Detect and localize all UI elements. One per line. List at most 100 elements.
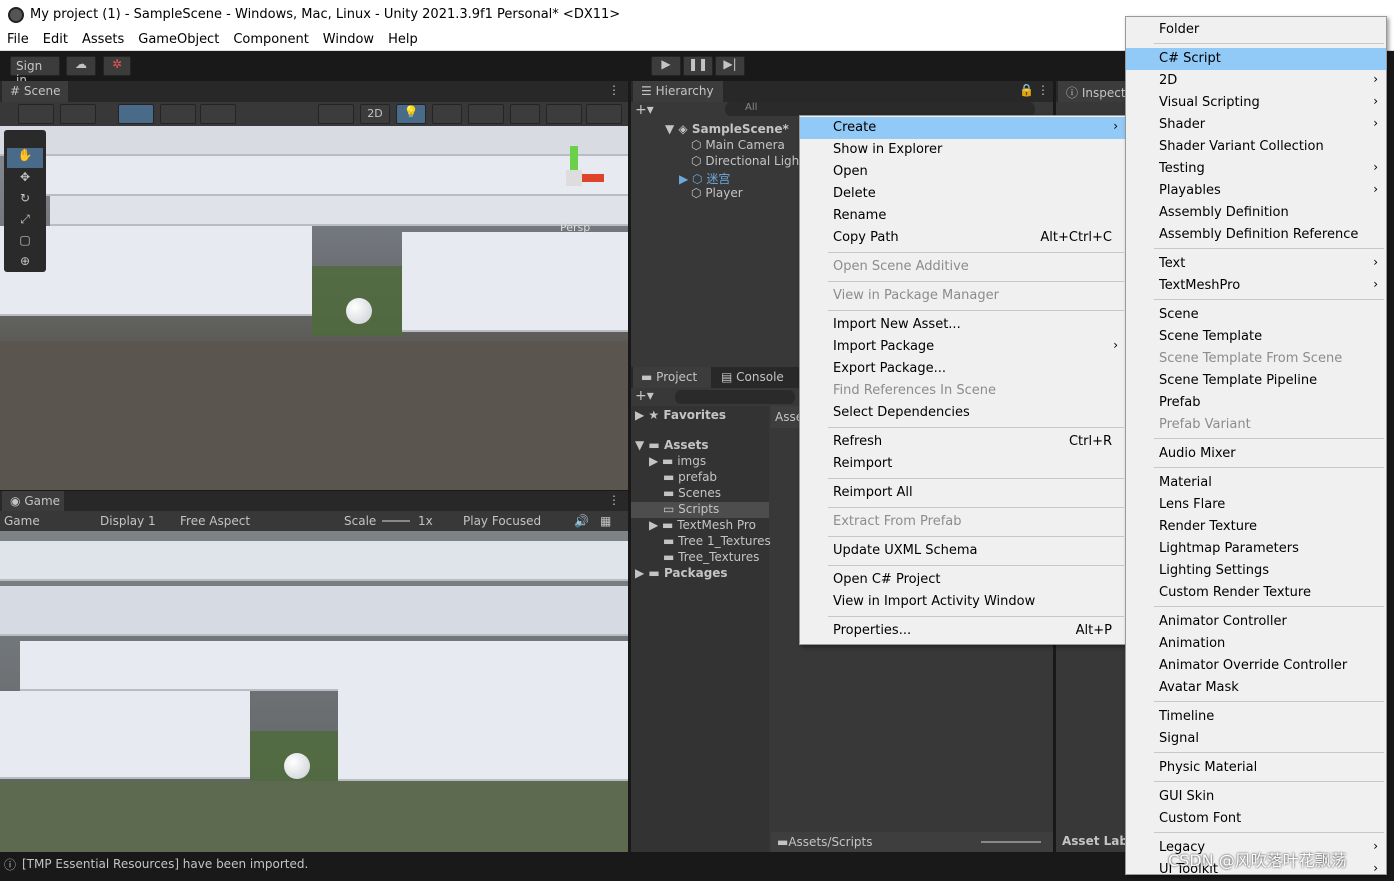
hierarchy-item[interactable]: ⬡ Directional Light [691, 154, 804, 170]
hand-tool-icon[interactable]: ✋ [7, 148, 43, 168]
game-view[interactable] [0, 531, 628, 852]
menu-gameobject[interactable]: GameObject [131, 30, 226, 47]
scale-tool-icon[interactable]: ⤢ [7, 212, 43, 232]
context-menu-item[interactable]: Export Package... [800, 358, 1126, 380]
move-tool-icon[interactable]: ✥ [7, 170, 43, 190]
create-submenu-item[interactable]: Scene Template [1126, 326, 1386, 348]
hierarchy-search-input[interactable]: All [725, 102, 1035, 116]
create-submenu-item[interactable]: Assembly Definition Reference [1126, 224, 1386, 246]
shading-dropdown[interactable] [60, 104, 96, 124]
create-submenu-item[interactable]: Animator Override Controller [1126, 655, 1386, 677]
create-submenu-item[interactable]: Avatar Mask [1126, 677, 1386, 699]
context-menu-item[interactable]: Reimport [800, 453, 1126, 475]
menu-file[interactable]: File [0, 30, 36, 47]
scene-view[interactable]: ✋ ✥ ↻ ⤢ ▢ ⊕ Persp [0, 126, 628, 490]
create-submenu-item[interactable]: Lighting Settings [1126, 560, 1386, 582]
context-menu-item[interactable]: Select Dependencies [800, 402, 1126, 424]
breadcrumb[interactable]: ▬Assets/Scripts [777, 835, 873, 849]
create-submenu-item[interactable]: Scene Template Pipeline [1126, 370, 1386, 392]
context-menu-item[interactable]: Import Package › [800, 336, 1126, 358]
create-submenu-item[interactable]: Signal [1126, 728, 1386, 750]
create-submenu-item[interactable]: Shader › [1126, 114, 1386, 136]
display-dropdown[interactable]: Display 1 [100, 514, 170, 528]
hierarchy-item[interactable]: ⬡ Main Camera [691, 138, 785, 154]
toggle-2d-button[interactable]: 2D [360, 104, 390, 124]
tab-scene[interactable]: # Scene [2, 81, 68, 102]
folder-item[interactable]: ▬ Tree_Textures [663, 550, 759, 566]
tab-hierarchy[interactable]: ☰ Hierarchy [633, 81, 723, 102]
folder-item[interactable]: ▬ Scenes [663, 486, 721, 502]
favorites-item[interactable]: ▶ ★ Favorites [635, 408, 726, 424]
assets-item[interactable]: ▼ ▬ Assets [635, 438, 709, 454]
folder-item[interactable]: ▬ Tree 1_Textures [663, 534, 771, 550]
menu-edit[interactable]: Edit [36, 30, 75, 47]
rotate-tool-icon[interactable]: ↻ [7, 191, 43, 211]
create-submenu-item[interactable]: TextMeshPro › [1126, 275, 1386, 297]
effects-dropdown[interactable] [468, 104, 504, 124]
rect-tool-icon[interactable]: ▢ [7, 233, 43, 253]
tab-game[interactable]: ◉ Game [2, 491, 64, 512]
create-submenu-item[interactable]: Animation [1126, 633, 1386, 655]
add-icon[interactable]: +▾ [635, 102, 654, 118]
tab-console[interactable]: ▤ Console [721, 370, 784, 384]
cloud-icon[interactable]: ☁ [66, 56, 96, 76]
panel-menu-icon[interactable]: ⋮ [608, 493, 620, 507]
scene-gizmo[interactable] [544, 138, 604, 208]
align-dropdown[interactable] [200, 104, 236, 124]
create-submenu-item[interactable]: Lightmap Parameters [1126, 538, 1386, 560]
transform-tool-icon[interactable]: ⊕ [7, 254, 43, 272]
add-icon[interactable]: +▾ [635, 388, 654, 404]
context-menu-item[interactable]: Copy Path Alt+Ctrl+C [800, 227, 1126, 249]
context-menu-item[interactable]: Rename [800, 205, 1126, 227]
step-button[interactable]: ▶| [715, 56, 745, 76]
context-menu-item[interactable]: Delete [800, 183, 1126, 205]
play-focused-dropdown[interactable]: Play Focused [463, 514, 563, 528]
menu-window[interactable]: Window [316, 30, 381, 47]
folder-item[interactable]: ▶ ▬ TextMesh Pro [649, 518, 756, 534]
sign-in-button[interactable]: Sign in [10, 56, 60, 87]
project-search-input[interactable] [675, 390, 795, 404]
collab-icon[interactable]: ✲ [103, 56, 131, 76]
hidden-objects-icon[interactable] [510, 104, 540, 124]
create-submenu-item[interactable]: Custom Render Texture [1126, 582, 1386, 604]
create-submenu-item[interactable]: Visual Scripting › [1126, 92, 1386, 114]
panel-menu-icon[interactable]: ⋮ [608, 83, 620, 97]
aspect-dropdown[interactable]: Free Aspect [180, 514, 330, 528]
create-submenu-item[interactable]: C# Script [1126, 48, 1386, 70]
context-menu-item[interactable]: Open [800, 161, 1126, 183]
menu-help[interactable]: Help [381, 30, 425, 47]
create-submenu-item[interactable]: Playables › [1126, 180, 1386, 202]
mute-audio-icon[interactable]: 🔊 [574, 514, 589, 528]
stats-icon[interactable]: ▦ [600, 514, 611, 528]
grid-snap-toggle[interactable] [118, 104, 154, 124]
packages-item[interactable]: ▶ ▬ Packages [635, 566, 728, 582]
create-submenu-item[interactable]: Material [1126, 472, 1386, 494]
zoom-slider[interactable] [981, 841, 1041, 843]
hierarchy-item[interactable]: ⬡ Player [691, 186, 743, 202]
panel-menu-icon[interactable]: ⋮ [1037, 83, 1049, 97]
create-submenu-item[interactable]: Prefab [1126, 392, 1386, 414]
tab-inspector[interactable]: ⓘ Inspector [1058, 81, 1132, 102]
folder-item[interactable]: ▶ ▬ imgs [649, 454, 706, 470]
audio-icon[interactable] [432, 104, 462, 124]
context-menu-item[interactable]: Show in Explorer [800, 139, 1126, 161]
hierarchy-item[interactable]: ▶ ⬡ 迷宫 [679, 170, 730, 186]
lock-icon[interactable]: 🔒 [1019, 83, 1034, 97]
context-menu-item[interactable]: View in Import Activity Window [800, 591, 1126, 613]
create-submenu-item[interactable]: Animator Controller [1126, 611, 1386, 633]
context-menu-item[interactable]: Create › [800, 117, 1126, 139]
draw-mode-dropdown[interactable] [18, 104, 54, 124]
menu-component[interactable]: Component [226, 30, 315, 47]
lighting-icon[interactable]: 💡 [396, 104, 426, 124]
context-menu-item[interactable]: Update UXML Schema [800, 540, 1126, 562]
context-menu-item[interactable]: Refresh Ctrl+R [800, 431, 1126, 453]
game-view-dropdown[interactable]: Game [4, 514, 88, 528]
tab-project[interactable]: ▬ Project [633, 367, 711, 388]
scene-root-item[interactable]: ▼ ◈ SampleScene* [665, 122, 789, 138]
create-submenu-item[interactable]: Custom Font [1126, 808, 1386, 830]
pause-button[interactable]: ❚❚ [683, 56, 713, 76]
context-menu-item[interactable]: Open C# Project [800, 569, 1126, 591]
play-button[interactable]: ▶ [651, 56, 681, 76]
create-submenu-item[interactable]: Text › [1126, 253, 1386, 275]
create-submenu-item[interactable]: Timeline [1126, 706, 1386, 728]
